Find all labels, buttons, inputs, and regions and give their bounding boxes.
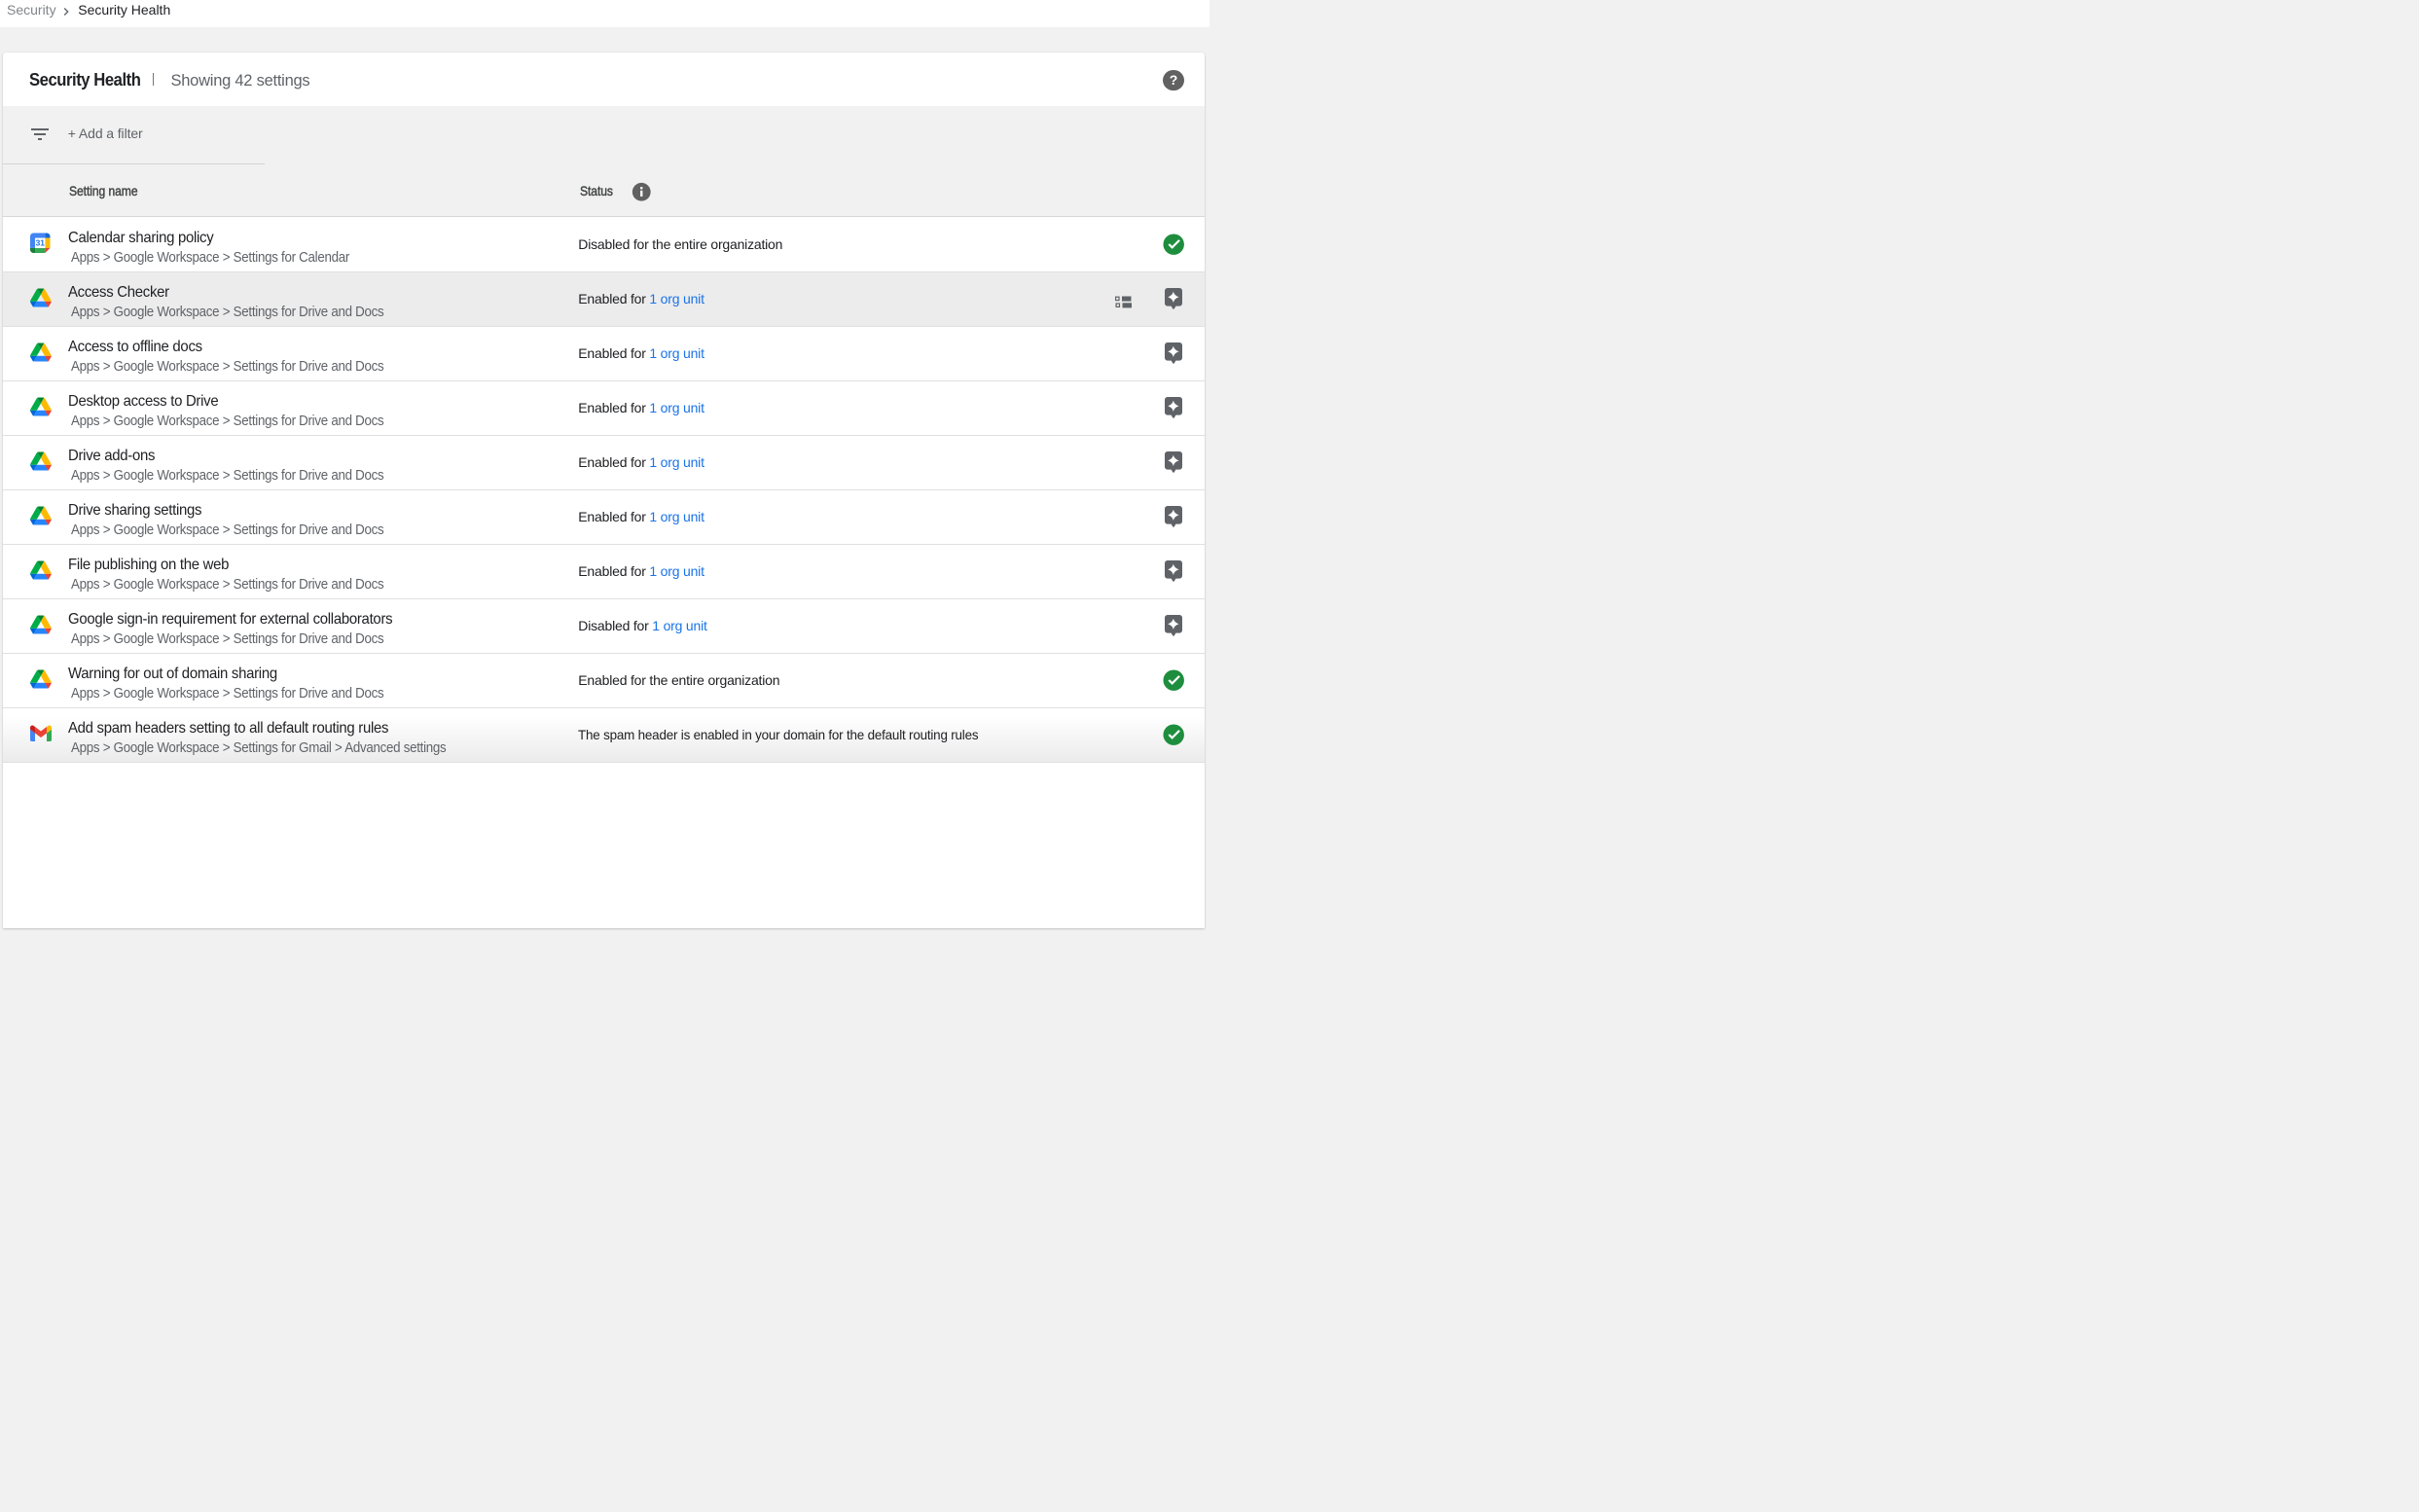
svg-text:31: 31 [36,238,46,248]
